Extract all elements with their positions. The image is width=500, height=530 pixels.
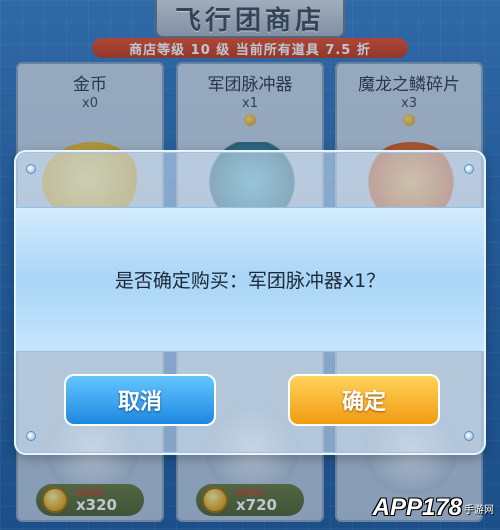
dialog-message: 是否确定购买：军团脉冲器x1？: [114, 270, 386, 292]
rivet-icon: [464, 164, 474, 174]
watermark-logo: APP178: [372, 494, 462, 521]
cancel-button[interactable]: 取消: [64, 374, 216, 426]
rivet-icon: [464, 431, 474, 441]
rivet-icon: [26, 164, 36, 174]
watermark-sub: 手游网: [464, 504, 494, 516]
confirm-button[interactable]: 确定: [288, 374, 440, 426]
dialog-message-band: 是否确定购买：军团脉冲器x1？: [16, 207, 484, 352]
rivet-icon: [26, 431, 36, 441]
watermark: APP178 手游网: [334, 490, 494, 526]
purchase-confirm-dialog: 是否确定购买：军团脉冲器x1？ 取消 确定: [14, 150, 486, 455]
